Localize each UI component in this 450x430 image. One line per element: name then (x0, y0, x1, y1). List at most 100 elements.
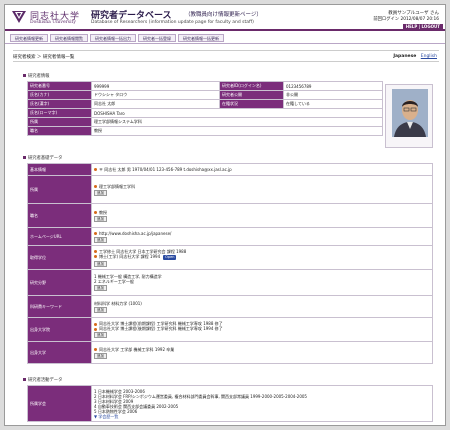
database-subtitle: （教職員向け情報更新ページ） (185, 12, 262, 18)
add-button[interactable]: 追加 (94, 332, 107, 338)
nav-divider (5, 43, 445, 44)
nav-tab-export[interactable]: 研究者情報一括出力 (90, 34, 136, 42)
university-logo-icon (12, 11, 26, 23)
field-value: 教授 追加 (91, 203, 433, 228)
add-button[interactable]: 追加 (94, 260, 107, 267)
table-row: 氏名(漢字) 同志社 太郎 在籍状況 在籍している (27, 99, 383, 109)
section-heading-activity: 研究者活動データ (23, 377, 62, 383)
table-row: 取得学位 工学修士 同志社大学 日本工学研究会 課程 1988 博士(工学) 同… (27, 245, 433, 270)
breadcrumb: 研究者検索 ＞ 研究者情報一覧 (13, 55, 75, 60)
table-row: 職名 教授 追加 (27, 203, 433, 228)
table-row: 氏名(ローマ字) DOSHISHA Taro (27, 108, 383, 118)
field-value: DOSHISHA Taro (91, 108, 383, 118)
list-item: http://www.doshisha.ac.jp/japanese/ (94, 231, 430, 236)
add-button[interactable]: 追加 (94, 285, 107, 291)
field-label: 研究者公開 (219, 90, 284, 100)
field-value: ドウシシャ タロウ (91, 90, 220, 100)
breadcrumb-bar: 研究者検索 ＞ 研究者情報一覧 Japanese English (13, 50, 439, 62)
list-item: 同志社大学 博士課程(後期課程) 工学研究科 機械工学専攻 1994 修了 (94, 326, 430, 331)
bullet-icon (94, 348, 97, 351)
field-value: 材料科学 材料力学 (1001) 追加 (91, 295, 433, 318)
field-label: 氏名(漢字) (27, 99, 92, 109)
field-value: 同志社大学 博士課程(前期課程) 工学研究科 機械工学専攻 1988 修了 同志… (91, 317, 433, 342)
bullet-icon (94, 168, 97, 171)
section-heading-basic-data: 研究者基礎データ (23, 155, 62, 161)
field-label: 氏名(カナ) (27, 90, 92, 100)
field-label: 出身大学 (27, 341, 92, 364)
field-label: 氏名(ローマ字) (27, 108, 92, 118)
table-row: 所属 理工学部情報工学科 追加 (27, 175, 433, 204)
field-value-2: エネルギー工学一般 (97, 279, 134, 284)
bullet-icon (94, 327, 97, 331)
table-row: 所属学会 1 日本機械学会 2003-2006 2 日本材料学会 FRP/シンポ… (27, 385, 433, 422)
table-row: 研究者番号 999999 研究者ID(ログイン名) 0123456789 (27, 81, 383, 91)
field-label: 研究分野 (27, 269, 92, 296)
field-label: 取得学位 (27, 245, 92, 270)
main-nav: 研究者情報更新 研究者情報閲覧 研究者情報一括出力 研究者一括登録 研究者情報一… (10, 34, 224, 42)
list-item: 2 エネルギー工学一般 (94, 279, 134, 284)
table-row: 出身大学院 同志社大学 博士課程(前期課程) 工学研究科 機械工学専攻 1988… (27, 317, 433, 342)
add-button[interactable]: 追加 (94, 306, 107, 313)
field-label: 研究者番号 (27, 81, 92, 91)
field-value: 同志社 太郎 (91, 99, 220, 109)
nav-tab-browse[interactable]: 研究者情報閲覧 (50, 34, 88, 42)
language-current: Japanese (393, 54, 417, 59)
add-button[interactable]: 追加 (94, 236, 107, 243)
last-login: 前回ログイン 2012/08/07 20:16 (373, 17, 439, 22)
bullet-icon (94, 255, 97, 258)
add-button[interactable]: 追加 (94, 189, 107, 196)
header: 同志社大学 Doshisha University 研究者データベース （教職員… (5, 5, 445, 31)
researcher-photo (392, 89, 428, 137)
language-switch: Japanese English (393, 54, 437, 59)
homepage-link[interactable]: http://www.doshisha.ac.jp/japanese/ (99, 231, 171, 236)
field-value: 教授 (91, 126, 383, 136)
field-label: 職名 (27, 203, 92, 228)
table-row: 出身大学 同志社大学 工学部 機械工学科 1992 卒業 追加 (27, 341, 433, 364)
bullet-icon (94, 232, 97, 235)
field-label: ホームページURL (27, 227, 92, 246)
field-value: http://www.doshisha.ac.jp/japanese/ 追加 (91, 227, 433, 246)
field-label: 出身大学院 (27, 317, 92, 342)
field-value: 理工学部情報システム学科 (91, 117, 383, 127)
position-value: 教授 (99, 209, 107, 215)
basic-data-table: 基本情報 〒 同志社 太郎 男 1970/04/01 123-456-789 t… (27, 163, 433, 364)
list-item: 理工学部情報工学科 (94, 184, 430, 189)
field-label: 研究者ID(ログイン名) (219, 81, 284, 91)
table-row: 科研費キーワード 材料科学 材料力学 (1001) 追加 (27, 295, 433, 318)
section-heading-researcher: 研究者情報 (23, 73, 49, 79)
table-row: ホームページURL http://www.doshisha.ac.jp/japa… (27, 227, 433, 246)
language-english-link[interactable]: English (421, 54, 437, 59)
list-item: 博士(工学) 同志社大学 課程 1994 Open (94, 254, 430, 260)
bullet-icon (94, 211, 97, 214)
field-value: 非公開 (283, 90, 383, 100)
nav-tab-update[interactable]: 研究者情報更新 (10, 34, 48, 42)
university-name-en: Doshisha University (30, 20, 76, 25)
add-button[interactable]: 追加 (94, 352, 107, 359)
degree-value: 博士(工学) 同志社大学 課程 1994 (99, 253, 161, 259)
bullet-icon (94, 250, 97, 253)
field-label: 所属 (27, 175, 92, 204)
activity-table: 所属学会 1 日本機械学会 2003-2006 2 日本材料学会 FRP/シンポ… (27, 385, 433, 422)
add-button[interactable]: 追加 (94, 215, 107, 222)
help-logout-button[interactable]: HELP | LOGOUT (402, 24, 443, 30)
nav-tab-bulk-update[interactable]: 研究者情報一括更新 (178, 34, 224, 42)
field-value: 1 日本機械学会 2003-2006 2 日本材料学会 FRP/シンポジウム運営… (91, 385, 433, 422)
field-value: 0123456789 (283, 81, 383, 91)
field-label: 職名 (27, 126, 92, 136)
open-badge[interactable]: Open (163, 254, 177, 260)
field-label: 所属学会 (27, 385, 92, 422)
table-row: 研究分野 1 機械工学一般 構造工学, 耐力構造学 2 エネルギー工学一般 追加 (27, 269, 433, 296)
database-subtitle-en: Database of Researchers (information upd… (91, 20, 254, 25)
affiliation-value: 理工学部情報工学科 (99, 183, 135, 189)
field-value: 〒 同志社 太郎 男 1970/04/01 123-456-789 t.dosh… (91, 163, 433, 176)
keyword-value: 材料科学 材料力学 (1001) (94, 300, 142, 306)
table-row: 所属 理工学部情報システム学科 (27, 117, 383, 127)
list-item: 教授 (94, 210, 430, 215)
nav-tab-register[interactable]: 研究者一括登録 (138, 34, 176, 42)
field-label: 所属 (27, 117, 92, 127)
field-value: 1 機械工学一般 構造工学, 耐力構造学 2 エネルギー工学一般 追加 (91, 269, 433, 296)
more-link[interactable]: ▼ 学会歴一覧 (94, 414, 430, 419)
list-item: 同志社大学 工学部 機械工学科 1992 卒業 (94, 347, 430, 352)
field-label: 基本情報 (27, 163, 92, 176)
table-row: 基本情報 〒 同志社 太郎 男 1970/04/01 123-456-789 t… (27, 163, 433, 176)
